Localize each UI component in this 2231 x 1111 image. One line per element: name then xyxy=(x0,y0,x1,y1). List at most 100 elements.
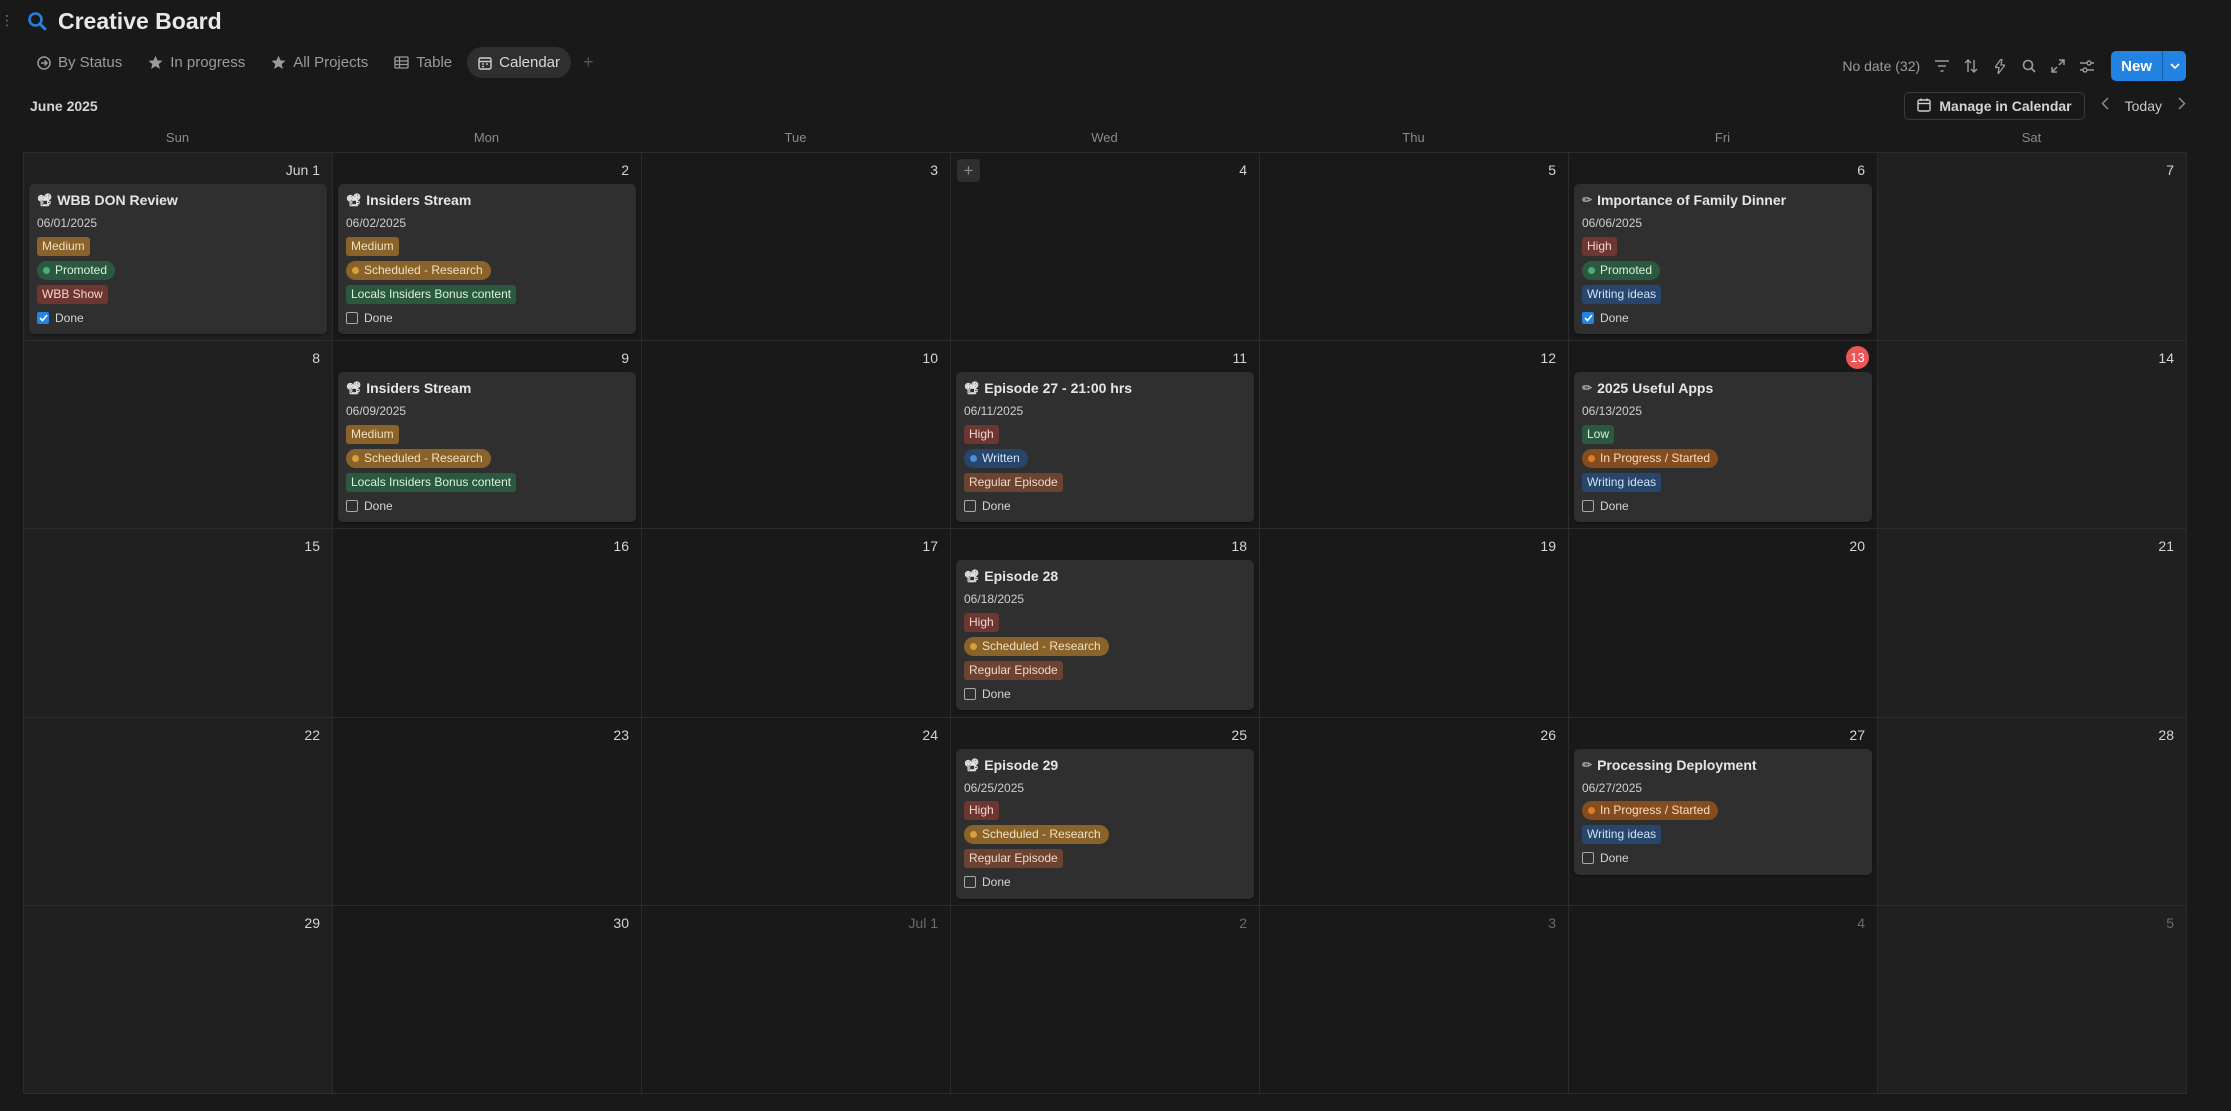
tab-calendar[interactable]: Calendar xyxy=(467,47,572,78)
calendar-day-cell[interactable]: 3 xyxy=(1260,905,1569,1094)
property-tag: Locals Insiders Bonus content xyxy=(346,284,517,304)
day-number: 25 xyxy=(1231,726,1247,743)
calendar-day-cell[interactable]: 5 xyxy=(1878,905,2187,1094)
tab-table[interactable]: Table xyxy=(383,47,463,78)
event-card[interactable]: 📽 Episode 28 06/18/2025 High Scheduled - Res… xyxy=(956,560,1254,711)
calendar-day-cell[interactable]: 27 ✏ Processing Deployment 06/27/2025 In Pro… xyxy=(1569,717,1878,906)
event-card[interactable]: ✏ 2025 Useful Apps 06/13/2025 Low In Progres… xyxy=(1574,372,1872,523)
calendar-day-cell[interactable]: 5 xyxy=(1260,153,1569,342)
event-card[interactable]: 📽 Episode 27 - 21:00 hrs 06/11/2025 High Wri… xyxy=(956,372,1254,523)
settings-sliders-icon[interactable] xyxy=(2078,57,2096,75)
calendar-day-cell[interactable]: 29 xyxy=(24,905,333,1094)
calendar-day-cell[interactable]: 2 xyxy=(951,905,1260,1094)
calendar-day-cell[interactable]: 30 xyxy=(333,905,642,1094)
calendar-day-cell[interactable]: 11 📽 Episode 27 - 21:00 hrs 06/11/2025 High W… xyxy=(951,341,1260,530)
add-event-plus-icon[interactable]: + xyxy=(957,159,980,182)
tab-label: All Projects xyxy=(293,54,369,71)
search-icon[interactable] xyxy=(2020,57,2038,75)
tag-row: Scheduled - Research xyxy=(964,823,1247,847)
tab-all-projects[interactable]: All Projects xyxy=(260,47,379,78)
event-card[interactable]: ✏ Processing Deployment 06/27/2025 In Progr… xyxy=(1574,748,1872,875)
calendar-day-cell[interactable]: 28 xyxy=(1878,717,2187,906)
day-number: 26 xyxy=(1540,726,1556,743)
done-checkbox[interactable] xyxy=(346,311,358,324)
calendar-day-cell[interactable]: 21 xyxy=(1878,529,2187,718)
calendar-day-cell[interactable]: 15 xyxy=(24,529,333,718)
done-checkbox[interactable] xyxy=(964,876,976,889)
done-label: Done xyxy=(364,310,393,325)
day-number: 3 xyxy=(1548,914,1556,931)
calendar-day-cell[interactable]: 4 + xyxy=(951,153,1260,342)
no-date-button[interactable]: No date (32) xyxy=(1842,58,1920,74)
done-checkbox[interactable] xyxy=(964,499,976,512)
calendar-day-cell[interactable]: 19 xyxy=(1260,529,1569,718)
property-tag: Regular Episode xyxy=(964,660,1063,680)
calendar-day-cell[interactable]: 18 📽 Episode 28 06/18/2025 High Scheduled - R… xyxy=(951,529,1260,718)
calendar-day-cell[interactable]: 13 ✏ 2025 Useful Apps 06/13/2025 Low In Progr… xyxy=(1569,341,1878,530)
status-dot xyxy=(1588,807,1595,815)
tag-row: Writing ideas xyxy=(1582,823,1865,847)
calendar-grid: Jun 1 📽 WBB DON Review 06/01/2025 Medium Prom… xyxy=(23,152,2187,1094)
filter-icon[interactable] xyxy=(1933,57,1951,75)
today-button[interactable]: Today xyxy=(2125,98,2162,114)
event-card[interactable]: 📽 WBB DON Review 06/01/2025 Medium Promoted W… xyxy=(29,184,327,334)
star-icon xyxy=(271,55,286,70)
done-checkbox[interactable] xyxy=(37,311,49,324)
tab-in-progress[interactable]: In progress xyxy=(137,47,256,78)
status-dot xyxy=(970,831,977,839)
calendar-day-cell[interactable]: Jul 1 xyxy=(642,905,951,1094)
calendar-day-cell[interactable]: 9 📽 Insiders Stream 06/09/2025 Medium Schedul… xyxy=(333,341,642,530)
done-checkbox[interactable] xyxy=(1582,499,1594,512)
status-pill: Scheduled - Research xyxy=(964,825,1109,845)
status-pill: In Progress / Started xyxy=(1582,448,1719,468)
sidebar-toggle-handle[interactable]: ⋮ xyxy=(0,12,14,29)
event-date: 06/01/2025 xyxy=(37,216,98,230)
new-button[interactable]: New xyxy=(2111,51,2162,81)
calendar-day-cell[interactable]: 24 xyxy=(642,717,951,906)
calendar-day-cell[interactable]: 7 xyxy=(1878,153,2187,342)
expand-icon[interactable] xyxy=(2049,57,2067,75)
tab-by-status[interactable]: By Status xyxy=(26,47,133,78)
add-view-button[interactable]: + xyxy=(575,52,602,73)
manage-in-calendar-button[interactable]: Manage in Calendar xyxy=(1904,92,2085,120)
tag-row: Scheduled - Research xyxy=(964,634,1247,658)
done-checkbox[interactable] xyxy=(346,499,358,512)
calendar-day-cell[interactable]: 26 xyxy=(1260,717,1569,906)
event-card[interactable]: 📽 Insiders Stream 06/02/2025 Medium Schedule… xyxy=(338,184,636,334)
event-card[interactable]: 📽 Episode 29 06/25/2025 High Scheduled - Res… xyxy=(956,748,1254,899)
property-tag: Medium xyxy=(346,424,399,444)
calendar-day-cell[interactable]: 10 xyxy=(642,341,951,530)
calendar-day-cell[interactable]: 8 xyxy=(24,341,333,530)
calendar-day-cell[interactable]: Jun 1 📽 WBB DON Review 06/01/2025 Medium Prom… xyxy=(24,153,333,342)
event-card[interactable]: 📽 Insiders Stream 06/09/2025 Medium Schedule… xyxy=(338,372,636,523)
tag-row: WBB Show xyxy=(37,282,320,306)
event-date: 06/09/2025 xyxy=(346,404,407,419)
calendar-day-cell[interactable]: 22 xyxy=(24,717,333,906)
calendar-day-cell[interactable]: 20 xyxy=(1569,529,1878,718)
new-dropdown-chevron-icon[interactable] xyxy=(2162,51,2186,81)
calendar-day-cell[interactable]: 4 xyxy=(1569,905,1878,1094)
property-tag: Medium xyxy=(346,236,399,256)
calendar-day-cell[interactable]: 16 xyxy=(333,529,642,718)
sort-icon[interactable] xyxy=(1962,57,1980,75)
lightning-icon[interactable] xyxy=(1991,57,2009,75)
calendar-day-cell[interactable]: 12 xyxy=(1260,341,1569,530)
previous-month-chevron-icon[interactable] xyxy=(2101,97,2109,115)
calendar-day-cell[interactable]: 25 📽 Episode 29 06/25/2025 High Scheduled - R… xyxy=(951,717,1260,906)
calendar-day-cell[interactable]: 14 xyxy=(1878,341,2187,530)
calendar-day-cell[interactable]: 6 ✏ Importance of Family Dinner 06/06/2025 H… xyxy=(1569,153,1878,342)
tag-row: Scheduled - Research xyxy=(346,446,629,470)
page-title: Creative Board xyxy=(58,7,222,34)
event-date: 06/02/2025 xyxy=(346,216,407,230)
film-projector-icon: 📽 xyxy=(37,193,53,207)
event-card[interactable]: ✏ Importance of Family Dinner 06/06/2025 Hi… xyxy=(1574,184,1872,334)
done-checkbox[interactable] xyxy=(964,687,976,700)
calendar-day-cell[interactable]: 2 📽 Insiders Stream 06/02/2025 Medium Schedul… xyxy=(333,153,642,342)
weekday-label: Mon xyxy=(473,130,500,145)
calendar-day-cell[interactable]: 23 xyxy=(333,717,642,906)
calendar-day-cell[interactable]: 3 xyxy=(642,153,951,342)
done-checkbox[interactable] xyxy=(1582,311,1594,324)
done-checkbox[interactable] xyxy=(1582,852,1594,865)
next-month-chevron-icon[interactable] xyxy=(2178,97,2186,115)
calendar-day-cell[interactable]: 17 xyxy=(642,529,951,718)
